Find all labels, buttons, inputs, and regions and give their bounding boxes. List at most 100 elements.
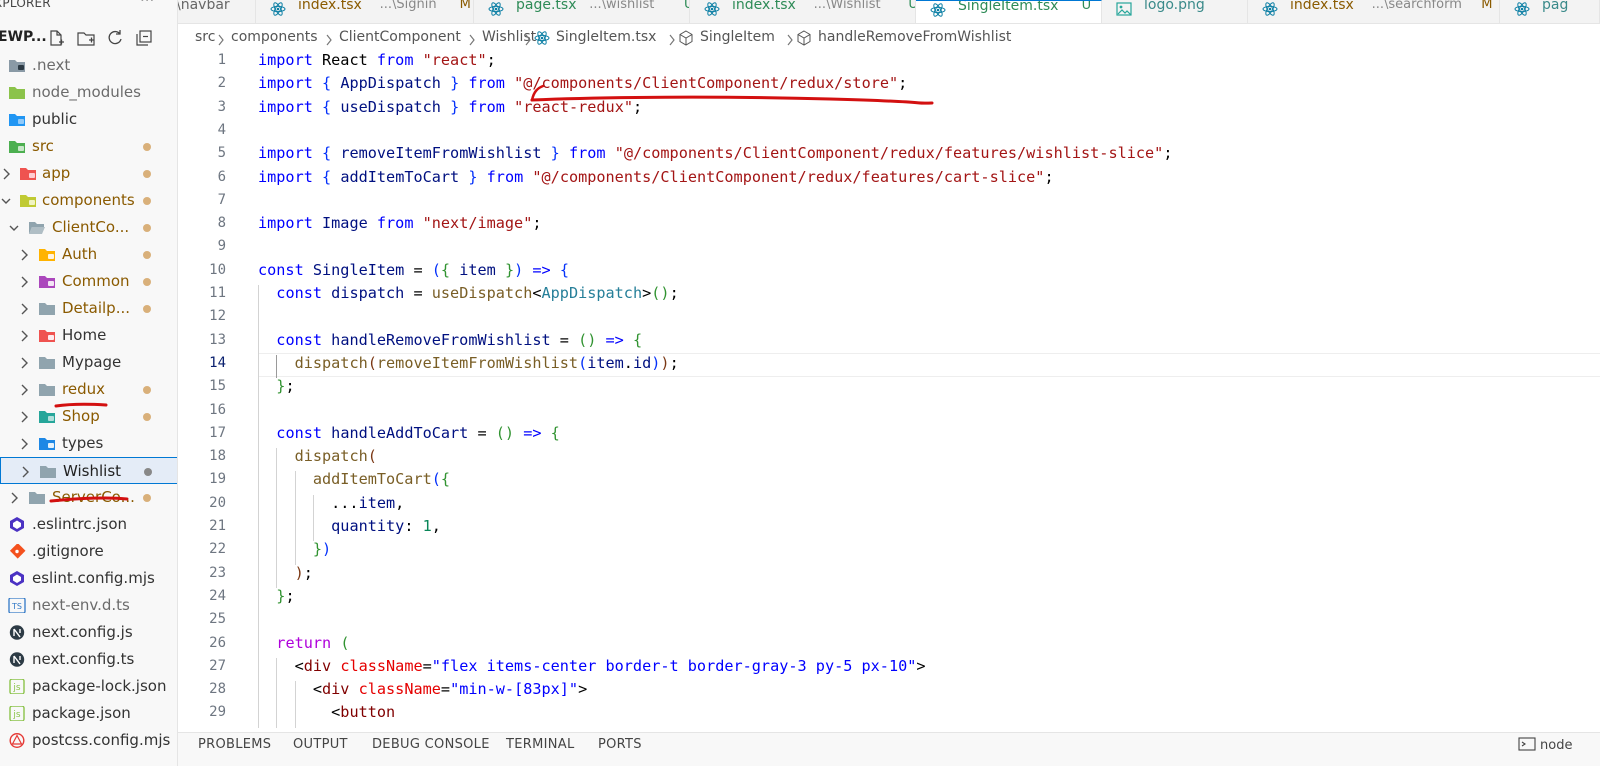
- tree-item[interactable]: public: [0, 106, 177, 133]
- editor-tab[interactable]: pag: [1500, 0, 1600, 23]
- tree-item[interactable]: postcss.config.mjs: [0, 727, 177, 754]
- project-header[interactable]: EWP...: [0, 24, 177, 52]
- tree-item[interactable]: Wishlist: [0, 457, 177, 484]
- editor-tab[interactable]: index.tsx ...\Wishlist U: [690, 0, 916, 23]
- more-actions-icon[interactable]: ···: [140, 0, 154, 9]
- public-folder-icon: [8, 112, 26, 127]
- chevron-right-icon[interactable]: [19, 328, 29, 342]
- code-token: import: [258, 144, 313, 163]
- tree-item[interactable]: ServerCo...: [0, 484, 177, 511]
- chevron-right-icon[interactable]: [19, 355, 29, 369]
- code-line[interactable]: quantity: 1,: [258, 517, 441, 540]
- tab-problems[interactable]: PROBLEMS: [198, 737, 271, 752]
- breadcrumb-item[interactable]: ClientComponent: [339, 29, 461, 45]
- refresh-icon[interactable]: [105, 28, 125, 48]
- collapse-all-icon[interactable]: [134, 28, 154, 48]
- editor-tab[interactable]: index.tsx ...\Signin M: [256, 0, 474, 23]
- code-line[interactable]: import { addItemToCart } from "@/compone…: [258, 168, 1054, 191]
- editor-tab[interactable]: \navbar: [178, 0, 256, 23]
- code-line[interactable]: const handleAddToCart = () => {: [258, 424, 560, 447]
- tree-item[interactable]: Home: [0, 322, 177, 349]
- chevron-down-icon[interactable]: [9, 220, 19, 234]
- tree-item-label: types: [62, 434, 104, 452]
- breadcrumb-item[interactable]: SingleItem: [700, 29, 775, 45]
- breadcrumb-item[interactable]: handleRemoveFromWishlist: [818, 29, 1011, 45]
- tree-item[interactable]: next.config.js: [0, 619, 177, 646]
- code-line[interactable]: const handleRemoveFromWishlist = () => {: [258, 331, 642, 354]
- code-line[interactable]: <div className="flex items-center border…: [258, 657, 926, 680]
- code-token: .: [623, 353, 633, 372]
- editor-tab[interactable]: SingleItem.tsxU✕: [916, 0, 1102, 23]
- tree-item-label: ClientCo...: [52, 218, 130, 236]
- breadcrumb-item[interactable]: components: [231, 29, 318, 45]
- tree-item[interactable]: Common: [0, 268, 177, 295]
- tree-item[interactable]: .gitignore: [0, 538, 177, 565]
- tree-item[interactable]: Shop: [0, 403, 177, 430]
- tree-item[interactable]: components: [0, 187, 177, 214]
- tree-item[interactable]: ClientCo...: [0, 214, 177, 241]
- modified-dot: [143, 278, 151, 286]
- code-editor[interactable]: 1 2 3 4 5 6 7 8 9 10 11 12 13 14 15 16 17 18 19 20 21 22 23 24 2…: [178, 52, 1600, 732]
- tree-item[interactable]: node_modules: [0, 79, 177, 106]
- tree-item[interactable]: Auth: [0, 241, 177, 268]
- chevron-right-icon[interactable]: [19, 301, 29, 315]
- chevron-right-icon[interactable]: [1, 166, 11, 180]
- code-line[interactable]: import { removeItemFromWishlist } from "…: [258, 144, 1172, 167]
- editor-tab[interactable]: index.tsx ...\searchform M: [1248, 0, 1500, 23]
- new-file-icon[interactable]: [46, 28, 66, 48]
- code-token: useDispatch: [431, 284, 533, 302]
- code-line[interactable]: addItemToCart({: [258, 470, 450, 493]
- code-line[interactable]: return (: [258, 634, 349, 657]
- chevron-right-icon[interactable]: [19, 247, 29, 261]
- terminal-selector[interactable]: node: [1518, 736, 1572, 753]
- chevron-right-icon[interactable]: [9, 490, 19, 504]
- tab-output[interactable]: OUTPUT: [293, 737, 348, 752]
- code-line[interactable]: ...item,: [258, 494, 404, 517]
- tree-item[interactable]: Mypage: [0, 349, 177, 376]
- tree-item[interactable]: src: [0, 133, 177, 160]
- code-line[interactable]: import { useDispatch } from "react-redux…: [258, 98, 642, 121]
- code-line[interactable]: import React from "react";: [258, 52, 496, 74]
- tree-item[interactable]: .eslintrc.json: [0, 511, 177, 538]
- code-token: Image: [312, 214, 377, 233]
- tree-item[interactable]: TS next-env.d.ts: [0, 592, 177, 619]
- chevron-right-icon[interactable]: [20, 464, 30, 478]
- tree-item[interactable]: app: [0, 160, 177, 187]
- breadcrumb-item[interactable]: SingleItem.tsx: [556, 29, 656, 45]
- code-line[interactable]: <div className="min-w-[83px]">: [258, 680, 587, 703]
- code-line[interactable]: };: [258, 587, 294, 610]
- chevron-down-icon[interactable]: [1, 193, 11, 207]
- code-line[interactable]: const SingleItem = ({ item }) => {: [258, 261, 569, 284]
- code-token: ;: [285, 377, 295, 396]
- tree-item[interactable]: js package.json: [0, 700, 177, 727]
- code-line[interactable]: dispatch(removeItemFromWishlist(item.id)…: [258, 354, 679, 377]
- code-line[interactable]: import Image from "next/image";: [258, 214, 542, 237]
- tree-item[interactable]: Detailp...: [0, 295, 177, 322]
- tree-item[interactable]: redux: [0, 376, 177, 403]
- code-token: (: [431, 260, 441, 279]
- chevron-right-icon[interactable]: [19, 382, 29, 396]
- new-folder-icon[interactable]: [76, 28, 96, 48]
- tree-item[interactable]: eslint.config.mjs: [0, 565, 177, 592]
- editor-tab[interactable]: page.tsx...\wishlistU: [474, 0, 690, 23]
- editor-tab[interactable]: logo.png: [1102, 0, 1248, 23]
- tree-item[interactable]: next.config.ts: [0, 646, 177, 673]
- code-line[interactable]: };: [258, 377, 295, 400]
- code-line[interactable]: const dispatch = useDispatch<AppDispatch…: [258, 284, 678, 307]
- tab-terminal[interactable]: TERMINAL: [506, 737, 575, 752]
- chevron-right-icon[interactable]: [19, 436, 29, 450]
- chevron-right-icon[interactable]: [19, 274, 29, 288]
- tree-item[interactable]: js package-lock.json: [0, 673, 177, 700]
- tab-debug-console[interactable]: DEBUG CONSOLE: [372, 737, 490, 752]
- code-line[interactable]: <button: [258, 703, 395, 726]
- breadcrumb-item[interactable]: src: [195, 29, 215, 45]
- chevron-right-icon[interactable]: [19, 409, 29, 423]
- postcss-icon: [8, 732, 26, 749]
- code-line[interactable]: import { AppDispatch } from "@/component…: [258, 74, 907, 97]
- code-line[interactable]: );: [258, 564, 313, 587]
- tree-item[interactable]: next.: [0, 52, 177, 79]
- modified-dot: [144, 468, 152, 476]
- tree-item[interactable]: types: [0, 430, 177, 457]
- tab-ports[interactable]: PORTS: [598, 737, 642, 752]
